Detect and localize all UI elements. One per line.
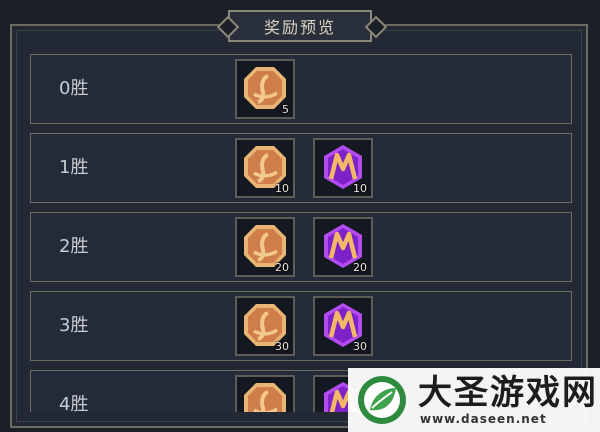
watermark-site-name: 大圣游戏网	[418, 373, 598, 413]
row-label: 1胜	[59, 157, 89, 178]
reward-slot-gem[interactable]: 20	[313, 217, 373, 277]
row-label: 4胜	[59, 394, 89, 412]
reward-quantity: 20	[353, 261, 367, 274]
reward-slot-gem[interactable]: 30	[313, 296, 373, 356]
leaf-logo-icon	[358, 376, 406, 424]
panel-title: 奖励预览	[228, 10, 372, 42]
row-label: 3胜	[59, 315, 89, 336]
reward-quantity: 30	[353, 340, 367, 353]
reward-row-0: 0胜 5	[30, 54, 572, 124]
reward-slot-coin[interactable]: 5	[235, 59, 295, 119]
coin-icon	[244, 383, 286, 412]
reward-slot-coin[interactable]	[235, 375, 295, 412]
reward-slot-coin[interactable]: 30	[235, 296, 295, 356]
reward-row-2: 2胜 20 20	[30, 212, 572, 282]
site-watermark: 大圣游戏网 www.daseen.net	[348, 368, 600, 432]
reward-slot-gem[interactable]: 10	[313, 138, 373, 198]
reward-quantity: 30	[275, 340, 289, 353]
row-label: 0胜	[59, 78, 89, 99]
reward-slot-coin[interactable]: 20	[235, 217, 295, 277]
reward-quantity: 5	[282, 103, 289, 116]
reward-quantity: 20	[275, 261, 289, 274]
reward-quantity: 10	[275, 182, 289, 195]
reward-row-1: 1胜 10 10	[30, 133, 572, 203]
row-label: 2胜	[59, 236, 89, 257]
watermark-url: www.daseen.net	[420, 412, 547, 426]
reward-row-3: 3胜 30 30	[30, 291, 572, 361]
reward-slot-coin[interactable]: 10	[235, 138, 295, 198]
reward-quantity: 10	[353, 182, 367, 195]
